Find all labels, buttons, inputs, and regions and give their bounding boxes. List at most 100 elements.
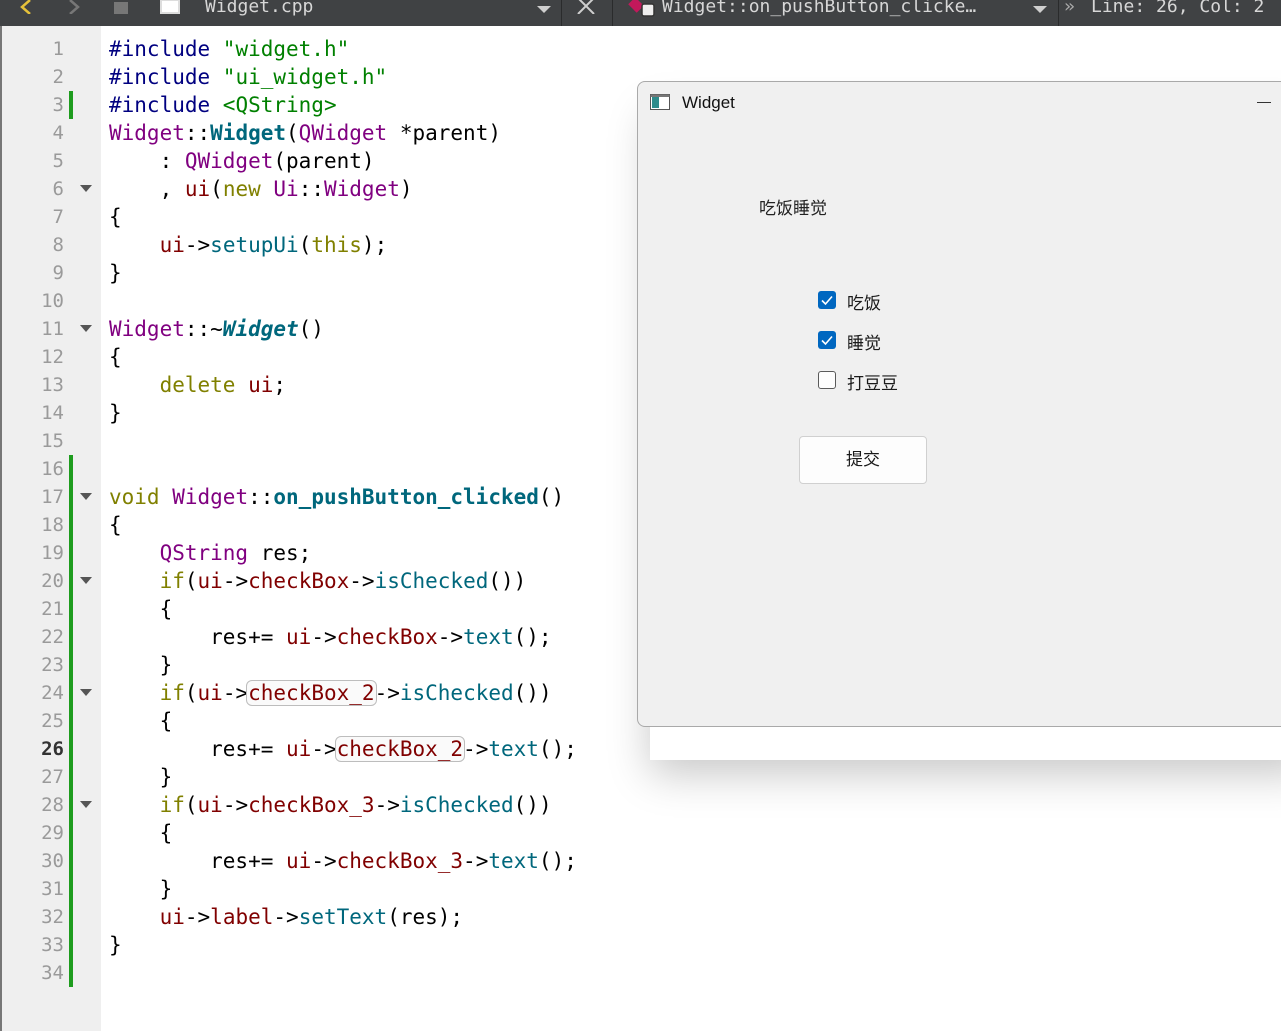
fold-toggle-icon[interactable] <box>80 185 92 192</box>
code-line: } <box>109 261 122 285</box>
fold-toggle-icon[interactable] <box>80 689 92 696</box>
line-number: 9 <box>52 262 64 284</box>
line-number: 4 <box>52 122 64 144</box>
change-marker <box>69 91 73 119</box>
line-number: 10 <box>41 290 64 312</box>
fold-toggle-icon[interactable] <box>80 577 92 584</box>
window-title: Widget <box>682 93 735 112</box>
minimize-icon[interactable] <box>1257 102 1271 103</box>
code-line: { <box>109 597 173 621</box>
line-number: 15 <box>41 430 64 452</box>
line-number: 18 <box>41 514 64 536</box>
file-dropdown-icon[interactable] <box>537 4 551 14</box>
line-number: 21 <box>41 598 64 620</box>
more-chevron-icon[interactable]: » <box>1064 0 1075 20</box>
code-line: #include <QString> <box>109 93 337 117</box>
line-number: 31 <box>41 878 64 900</box>
line-number: 34 <box>41 962 64 984</box>
line-number: 11 <box>41 318 64 340</box>
code-line: } <box>109 877 173 901</box>
app-window-icon <box>650 94 670 110</box>
code-line: , ui(new Ui::Widget) <box>109 177 413 201</box>
line-number: 33 <box>41 934 64 956</box>
line-number: 27 <box>41 766 64 788</box>
code-line: #include "widget.h" <box>109 37 350 61</box>
close-document-icon[interactable] <box>576 0 596 14</box>
code-line: { <box>109 513 122 537</box>
line-number: 22 <box>41 626 64 648</box>
submit-button[interactable]: 提交 <box>799 436 927 484</box>
line-number: 14 <box>41 402 64 424</box>
cursor-position: Line: 26, Col: 2 <box>1091 0 1265 17</box>
checkbox-checked-icon[interactable] <box>818 291 836 309</box>
editor-toolbar: Widget.cpp Widget::on_pushButton_clicke…… <box>0 0 1281 26</box>
code-line: } <box>109 933 122 957</box>
result-label: 吃饭睡觉 <box>759 199 827 219</box>
line-number: 3 <box>52 94 64 116</box>
code-line: } <box>109 401 122 425</box>
checkbox-label: 吃饭 <box>847 294 881 314</box>
line-number: 20 <box>41 570 64 592</box>
function-symbol-icon <box>628 0 655 17</box>
code-line: if(ui->checkBox_2->isChecked()) <box>159 680 552 706</box>
code-line: res+= ui->checkBox->text(); <box>109 625 552 649</box>
line-number: 8 <box>52 234 64 256</box>
line-number: 19 <box>41 542 64 564</box>
line-number: 30 <box>41 850 64 872</box>
line-number: 7 <box>52 206 64 228</box>
code-line: } <box>109 653 173 677</box>
fold-toggle-icon[interactable] <box>80 325 92 332</box>
code-line: if(ui->checkBox_3->isChecked()) <box>159 793 552 817</box>
code-line: void Widget::on_pushButton_clicked() <box>109 485 565 509</box>
code-line: Widget::~Widget() <box>109 317 324 341</box>
line-number: 13 <box>41 374 64 396</box>
change-marker <box>69 455 73 987</box>
line-number: 1 <box>52 38 64 60</box>
line-number: 6 <box>52 178 64 200</box>
toolbar-divider <box>1058 0 1059 26</box>
toolbar-divider <box>612 0 613 26</box>
code-line: delete ui; <box>159 373 287 397</box>
line-number: 28 <box>41 794 64 816</box>
back-arrow-icon[interactable] <box>18 0 36 14</box>
code-line: ui->label->setText(res); <box>159 905 464 929</box>
symbol-selector[interactable]: Widget::on_pushButton_clicke… <box>662 0 976 20</box>
checkbox-unchecked-icon[interactable] <box>818 371 836 389</box>
code-line: { <box>109 709 173 733</box>
code-line: Widget::Widget(QWidget *parent) <box>109 121 501 145</box>
code-line: QString res; <box>159 541 312 565</box>
line-number-gutter: 1 2 3 4 5 6 7 8 9 10 11 12 13 14 15 16 17 18 19 20 21 22 23 24 2… <box>0 26 101 1031</box>
fold-toggle-icon[interactable] <box>80 801 92 808</box>
code-line: res+= ui->checkBox_2->text(); <box>109 736 577 762</box>
code-line: { <box>109 821 173 845</box>
code-line: res+= ui->checkBox_3->text(); <box>109 849 577 873</box>
line-number: 17 <box>41 486 64 508</box>
toolbar-divider <box>561 0 562 26</box>
line-number: 32 <box>41 906 64 928</box>
line-number: 25 <box>41 710 64 732</box>
line-number: 23 <box>41 654 64 676</box>
widget-window: Widget 吃饭睡觉 吃饭 睡觉 打豆豆 提交 <box>637 81 1281 727</box>
code-line: #include "ui_widget.h" <box>109 65 388 89</box>
window-titlebar[interactable]: Widget <box>638 82 1281 124</box>
line-number: 26 <box>41 738 64 760</box>
checkbox-label: 打豆豆 <box>847 374 898 394</box>
checkbox-checked-icon[interactable] <box>818 331 836 349</box>
line-number: 12 <box>41 346 64 368</box>
code-line: { <box>109 205 122 229</box>
line-number: 16 <box>41 458 64 480</box>
line-number: 2 <box>52 66 64 88</box>
open-file-name[interactable]: Widget.cpp <box>205 0 313 20</box>
forward-arrow-icon[interactable] <box>64 0 82 14</box>
code-line: ui->setupUi(this); <box>159 233 388 257</box>
line-number: 24 <box>41 682 64 704</box>
line-number: 29 <box>41 822 64 844</box>
code-line: } <box>109 765 173 789</box>
fold-toggle-icon[interactable] <box>80 493 92 500</box>
code-line: : QWidget(parent) <box>109 149 375 173</box>
code-line: { <box>109 345 122 369</box>
lock-icon <box>114 2 128 14</box>
document-icon <box>160 0 180 14</box>
symbol-dropdown-icon[interactable] <box>1033 4 1047 14</box>
checkbox-label: 睡觉 <box>847 334 881 354</box>
